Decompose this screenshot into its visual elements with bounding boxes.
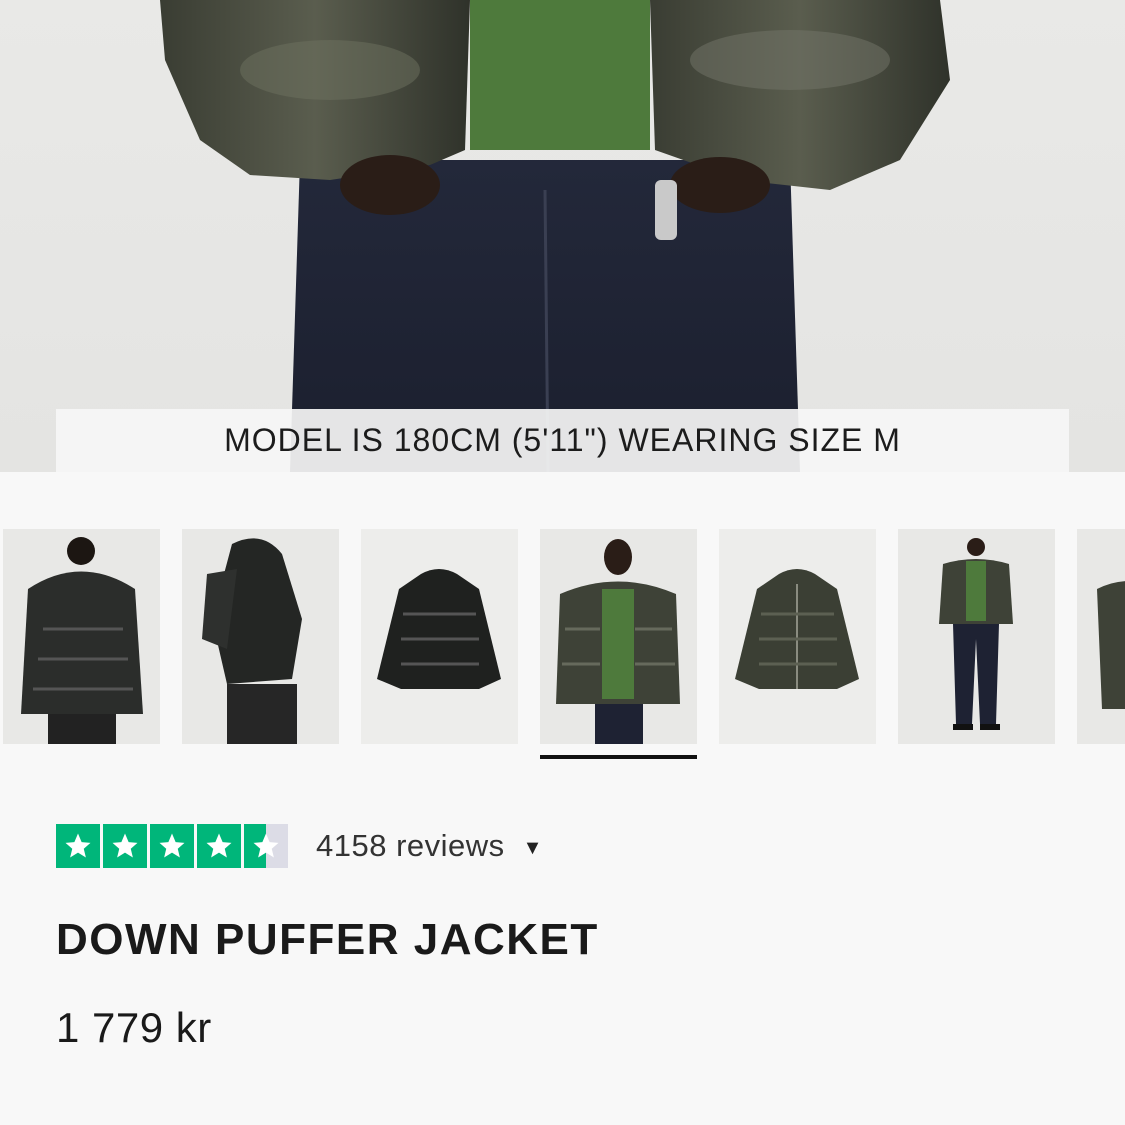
product-price: 1 779 kr	[56, 1004, 212, 1051]
model-size-caption: MODEL IS 180CM (5'11") WEARING SIZE M	[56, 409, 1069, 472]
thumbnail-image	[1077, 529, 1125, 744]
hero-photo	[160, 0, 950, 472]
product-hero-image[interactable]: MODEL IS 180CM (5'11") WEARING SIZE M	[0, 0, 1125, 472]
product-title: DOWN PUFFER JACKET	[56, 915, 599, 964]
thumbnail-front-model[interactable]	[540, 529, 697, 744]
star-icon	[56, 823, 100, 868]
thumbnail-image	[719, 529, 876, 744]
star-icon	[197, 823, 241, 868]
rating-summary[interactable]: 4158 reviews ▼	[56, 823, 542, 868]
reviews-count-link[interactable]: 4158 reviews	[316, 828, 505, 864]
thumbnail-image	[540, 529, 697, 744]
star-icon	[103, 823, 147, 868]
thumbnail-flat-back[interactable]	[361, 529, 518, 744]
half-star-icon	[244, 823, 288, 868]
thumbnail-image	[182, 529, 339, 744]
thumbnail-image	[3, 529, 160, 744]
thumbnail-back-hooded[interactable]	[3, 529, 160, 744]
star-icon	[150, 823, 194, 868]
thumbnail-strip[interactable]	[0, 529, 1125, 769]
thumbnail-detail[interactable]	[1077, 529, 1125, 744]
thumbnail-side-hooded[interactable]	[182, 529, 339, 744]
thumbnail-flat-front[interactable]	[719, 529, 876, 744]
caret-down-icon[interactable]: ▼	[523, 837, 543, 860]
thumbnail-full-body[interactable]	[898, 529, 1055, 744]
star-rating	[56, 823, 288, 868]
thumbnail-image	[898, 529, 1055, 744]
thumbnail-image	[361, 529, 518, 744]
selected-thumbnail-indicator	[540, 755, 697, 759]
